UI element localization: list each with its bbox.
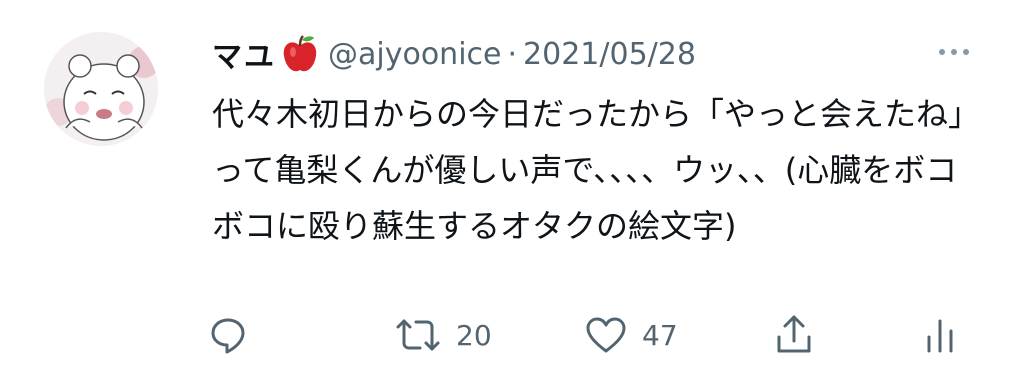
heart-icon (584, 315, 628, 355)
tweet-date[interactable]: 2021/05/28 (523, 37, 696, 72)
separator-dot: · (507, 36, 518, 72)
tweet-text: 代々木初日からの今日だったから「やっと会えたね」って亀梨くんが優しい声で、、、、… (212, 95, 981, 245)
analytics-button[interactable] (924, 305, 956, 365)
bear-character-icon (44, 32, 158, 146)
tweet-header: マユ @ajyoonice · 2021/05/28 (212, 26, 696, 82)
action-bar: 20 47 (0, 305, 1024, 365)
reply-button[interactable] (208, 305, 248, 365)
red-apple-icon (282, 34, 318, 74)
retweet-icon (394, 315, 442, 355)
retweet-count: 20 (456, 318, 492, 352)
like-button[interactable]: 47 (584, 305, 678, 365)
share-icon (774, 313, 814, 357)
share-button[interactable] (774, 305, 814, 365)
avatar[interactable] (44, 32, 158, 146)
user-handle[interactable]: @ajyoonice (328, 37, 501, 72)
reply-icon (208, 315, 248, 355)
display-name[interactable]: マユ (212, 32, 276, 76)
analytics-icon (924, 315, 956, 355)
more-options-icon[interactable] (930, 38, 978, 66)
retweet-button[interactable]: 20 (394, 305, 492, 365)
like-count: 47 (642, 318, 678, 352)
